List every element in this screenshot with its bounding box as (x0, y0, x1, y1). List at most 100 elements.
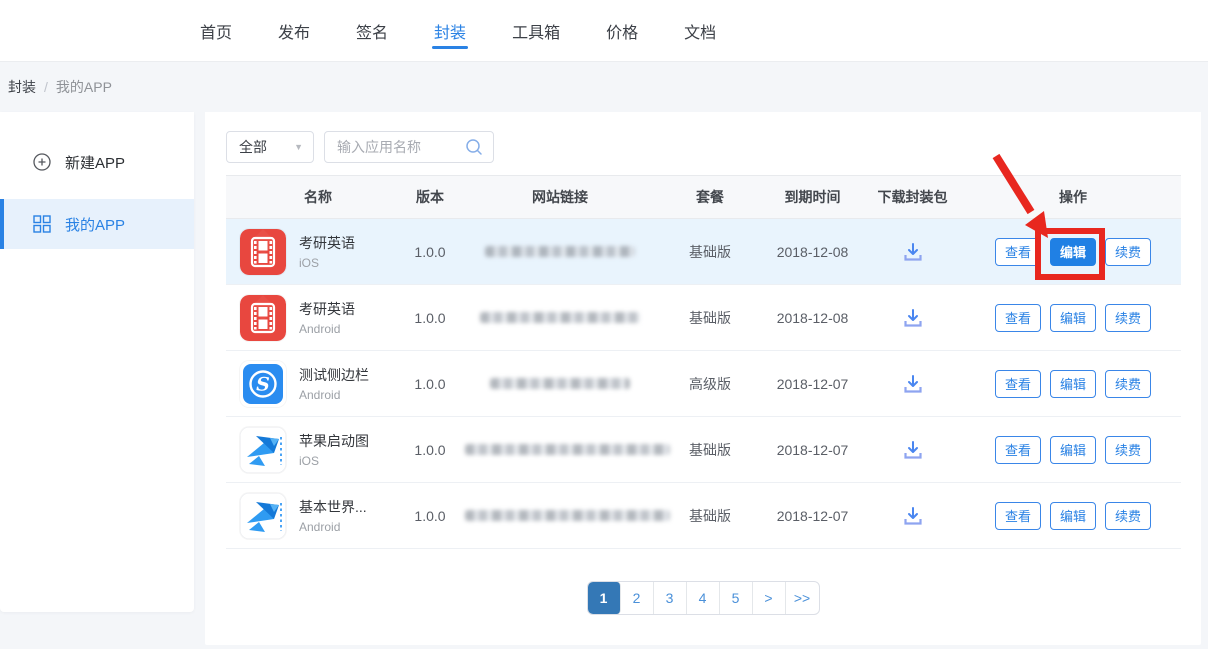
blurred-url (485, 246, 635, 257)
table-row: 苹果启动图 iOS 1.0.0 基础版 2018-12-07 查看 (226, 417, 1181, 483)
table-row: 考研英语 iOS 1.0.0 基础版 2018-12-08 查看 (226, 219, 1181, 285)
app-platform: Android (299, 520, 367, 534)
app-version: 1.0.0 (395, 442, 465, 458)
app-plan: 基础版 (655, 506, 765, 526)
app-plan: 高级版 (655, 374, 765, 394)
renew-button[interactable]: 续费 (1105, 370, 1151, 398)
edit-button[interactable]: 编辑 (1050, 370, 1096, 398)
app-version: 1.0.0 (395, 310, 465, 326)
search-box (324, 131, 494, 163)
sidebar-item-new-app[interactable]: 新建APP (0, 137, 194, 187)
col-header-url: 网站链接 (465, 187, 655, 207)
top-navigation: 首页 发布 签名 封装 工具箱 价格 文档 (0, 0, 1208, 62)
paper-bird-icon (240, 493, 286, 539)
table-row: 基本世界... Android 1.0.0 基础版 2018-12-07 (226, 483, 1181, 549)
download-icon[interactable] (901, 438, 925, 462)
nav-item-package-active[interactable]: 封装 (434, 0, 466, 62)
search-icon[interactable] (465, 138, 483, 156)
sidebar-item-label: 我的APP (65, 214, 125, 235)
view-button[interactable]: 查看 (995, 502, 1041, 530)
app-version: 1.0.0 (395, 244, 465, 260)
col-header-download: 下载封装包 (860, 187, 965, 207)
blurred-url (465, 510, 670, 521)
s-logo-icon: S (240, 361, 286, 407)
category-dropdown-value: 全部 (239, 137, 267, 157)
table-row: S 测试侧边栏 Android 1.0.0 高级版 2018-12-07 (226, 351, 1181, 417)
nav-item-toolbox[interactable]: 工具箱 (512, 0, 560, 62)
renew-button[interactable]: 续费 (1105, 304, 1151, 332)
breadcrumb: 封装 / 我的APP (0, 62, 1208, 112)
app-platform: Android (299, 322, 355, 336)
sidebar: 新建APP 我的APP (0, 112, 194, 612)
col-header-plan: 套餐 (655, 187, 765, 207)
app-expiry: 2018-12-08 (765, 244, 860, 260)
next-page-button[interactable]: > (753, 582, 786, 614)
app-expiry: 2018-12-07 (765, 442, 860, 458)
renew-button[interactable]: 续费 (1105, 238, 1151, 266)
breadcrumb-separator: / (44, 79, 48, 95)
download-icon[interactable] (901, 306, 925, 330)
view-button[interactable]: 查看 (995, 238, 1041, 266)
app-name: 测试侧边栏 (299, 365, 369, 385)
app-platform: iOS (299, 256, 355, 270)
download-icon[interactable] (901, 240, 925, 264)
app-expiry: 2018-12-07 (765, 376, 860, 392)
breadcrumb-section[interactable]: 封装 (8, 77, 36, 97)
nav-item-publish[interactable]: 发布 (278, 0, 310, 62)
page-button-3[interactable]: 3 (654, 582, 687, 614)
app-expiry: 2018-12-08 (765, 310, 860, 326)
plus-circle-icon (33, 153, 51, 171)
table-row: 考研英语 Android 1.0.0 基础版 2018-12-08 查看 (226, 285, 1181, 351)
page-button-2[interactable]: 2 (621, 582, 654, 614)
breadcrumb-current-page: 我的APP (56, 77, 112, 97)
col-header-actions: 操作 (965, 187, 1181, 207)
view-button[interactable]: 查看 (995, 304, 1041, 332)
app-version: 1.0.0 (395, 376, 465, 392)
main-panel: 全部 ▼ 名称 版本 网站链接 套餐 到期时间 下载封装包 操作 (205, 112, 1201, 645)
edit-button[interactable]: 编辑 (1050, 502, 1096, 530)
app-platform: Android (299, 388, 369, 402)
search-input[interactable] (337, 139, 455, 155)
app-platform: iOS (299, 454, 369, 468)
renew-button[interactable]: 续费 (1105, 502, 1151, 530)
app-name: 基本世界... (299, 497, 367, 517)
paper-bird-icon (240, 427, 286, 473)
svg-text:S: S (256, 373, 270, 395)
nav-item-signature[interactable]: 签名 (356, 0, 388, 62)
table-header: 名称 版本 网站链接 套餐 到期时间 下载封装包 操作 (226, 175, 1181, 219)
nav-item-home[interactable]: 首页 (200, 0, 232, 62)
sidebar-item-my-app[interactable]: 我的APP (0, 199, 194, 249)
last-page-button[interactable]: >> (786, 582, 819, 614)
sidebar-item-label: 新建APP (65, 152, 125, 173)
app-name: 考研英语 (299, 299, 355, 319)
blurred-url (465, 444, 670, 455)
page-button-5[interactable]: 5 (720, 582, 753, 614)
page-button-1[interactable]: 1 (588, 582, 621, 614)
blurred-url (490, 378, 630, 389)
app-name: 苹果启动图 (299, 431, 369, 451)
app-expiry: 2018-12-07 (765, 508, 860, 524)
pagination: 1 2 3 4 5 > >> (205, 581, 1201, 615)
col-header-name: 名称 (226, 187, 395, 207)
app-plan: 基础版 (655, 440, 765, 460)
view-button[interactable]: 查看 (995, 370, 1041, 398)
download-icon[interactable] (901, 504, 925, 528)
category-dropdown[interactable]: 全部 ▼ (226, 131, 314, 163)
download-icon[interactable] (901, 372, 925, 396)
app-table: 名称 版本 网站链接 套餐 到期时间 下载封装包 操作 (226, 175, 1181, 549)
nav-item-pricing[interactable]: 价格 (606, 0, 638, 62)
film-icon (240, 229, 286, 275)
col-header-expiry: 到期时间 (765, 187, 860, 207)
nav-item-docs[interactable]: 文档 (684, 0, 716, 62)
renew-button[interactable]: 续费 (1105, 436, 1151, 464)
grid-icon (33, 215, 51, 233)
app-plan: 基础版 (655, 242, 765, 262)
view-button[interactable]: 查看 (995, 436, 1041, 464)
app-name: 考研英语 (299, 233, 355, 253)
filter-bar: 全部 ▼ (205, 112, 1201, 163)
edit-button-highlighted[interactable]: 编辑 (1050, 238, 1096, 266)
blurred-url (480, 312, 640, 323)
edit-button[interactable]: 编辑 (1050, 436, 1096, 464)
page-button-4[interactable]: 4 (687, 582, 720, 614)
edit-button[interactable]: 编辑 (1050, 304, 1096, 332)
